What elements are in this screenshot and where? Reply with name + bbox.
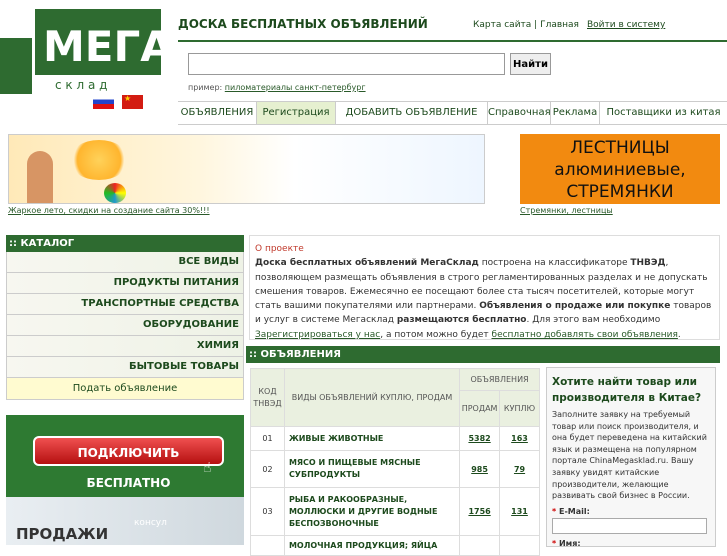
logo-graphic: МЕГА с к л а д — [35, 9, 173, 92]
about-text: Доска бесплатных объявлений МегаСклад по… — [255, 256, 714, 342]
row-name-link[interactable]: РЫБА И РАКООБРАЗНЫЕ, МОЛЛЮСКИ И ДРУГИЕ В… — [283, 487, 461, 536]
promo-banner[interactable]: ПОДКЛЮЧИТЬ БЕСПЛАТНО ☝ ПРОДАЖИ консул — [6, 415, 244, 545]
beach-ball-graphic — [104, 183, 126, 203]
promo-consult-text: консул — [134, 518, 167, 528]
nav-help[interactable]: Справочная — [488, 102, 551, 124]
table-row[interactable]: 02 МЯСО И ПИЩЕВЫЕ МЯСНЫЕ СУБПРОДУКТЫ 985… — [250, 450, 540, 488]
post-ad-link[interactable]: Подать объявление — [6, 378, 244, 400]
name-label: * Имя: — [552, 539, 709, 548]
row-buy-count[interactable]: 131 — [499, 487, 540, 536]
row-name-link[interactable]: МОЛОЧНАЯ ПРОДУКЦИЯ; ЯЙЦА — [283, 535, 461, 556]
register-link[interactable]: Зарегистрироваться у нас — [255, 330, 380, 340]
site-title: ДОСКА БЕСПЛАТНЫХ ОБЪЯВЛЕНИЙ — [178, 17, 428, 31]
row-buy-count[interactable] — [499, 535, 540, 556]
search-example: пример: пиломатериалы санкт-петербург — [188, 83, 366, 92]
about-bold-3: Объявления о продаже или покупке — [479, 301, 671, 312]
china-description: Заполните заявку на требуемый товар или … — [552, 410, 707, 501]
add-ads-link[interactable]: бесплатно добавлять свои объявления — [492, 330, 678, 340]
email-label-text: E-Mail: — [558, 506, 590, 516]
site-logo[interactable]: МЕГА с к л а д — [35, 3, 175, 93]
row-sell-count[interactable]: 1756 — [459, 487, 501, 536]
china-request-box: Хотите найти товар или производителя в К… — [546, 367, 716, 548]
catalog-item-food[interactable]: ПРОДУКТЫ ПИТАНИЯ — [6, 273, 244, 294]
search-button[interactable]: Найти — [510, 53, 551, 75]
about-text-end: . — [677, 329, 681, 340]
catalog-list: ВСЕ ВИДЫ ПРОДУКТЫ ПИТАНИЯ ТРАНСПОРТНЫЕ С… — [6, 252, 244, 400]
login-link[interactable]: Войти в систему — [587, 20, 665, 30]
about-text-4: . Для этого вам необходимо — [526, 315, 661, 326]
about-bold-1: Доска бесплатных объявлений МегаСклад — [255, 258, 479, 269]
home-link[interactable]: Главная — [540, 20, 579, 30]
nav-add-ad[interactable]: ДОБАВИТЬ ОБЪЯВЛЕНИЕ — [336, 102, 488, 124]
table-row[interactable]: 03 РЫБА И РАКООБРАЗНЫЕ, МОЛЛЮСКИ И ДРУГИ… — [250, 487, 540, 536]
nav-ads[interactable]: ОБЪЯВЛЕНИЯ — [178, 102, 257, 124]
summer-banner[interactable] — [8, 134, 485, 204]
chinese-flag-icon[interactable]: ★ — [122, 95, 143, 109]
row-sell-count[interactable] — [459, 535, 501, 556]
row-code: 02 — [250, 450, 285, 488]
link-separator: | — [531, 20, 541, 30]
row-code — [250, 535, 285, 556]
nav-registration[interactable]: Регистрация — [257, 102, 336, 124]
row-buy-count[interactable]: 79 — [499, 450, 540, 488]
logo-sub-text: с к л а д — [55, 78, 107, 92]
table-row[interactable]: МОЛОЧНАЯ ПРОДУКЦИЯ; ЯЙЦА — [250, 535, 540, 556]
about-text-1: построена на классификаторе — [478, 258, 631, 269]
table-row[interactable]: 01 ЖИВЫЕ ЖИВОТНЫЕ 5382 163 — [250, 426, 540, 451]
catalog-item-chemistry[interactable]: ХИМИЯ — [6, 336, 244, 357]
name-label-text: Имя: — [558, 538, 581, 548]
about-text-5: , а потом можно будет — [380, 329, 492, 340]
col-buy-header: КУПЛЮ — [499, 390, 540, 427]
search-example-link[interactable]: пиломатериалы санкт-петербург — [225, 83, 366, 92]
row-sell-count[interactable]: 985 — [459, 450, 501, 488]
ads-table-header-row: КОД ТНВЭД ВИДЫ ОБЪЯВЛЕНИЙ КУПЛЮ, ПРОДАМ … — [250, 368, 540, 427]
russian-flag-icon[interactable] — [93, 95, 114, 109]
row-code: 03 — [250, 487, 285, 536]
catalog-header: :: КАТАЛОГ — [6, 235, 244, 252]
col-sell-header: ПРОДАМ — [459, 390, 501, 427]
col-code-header: КОД ТНВЭД — [250, 368, 285, 427]
row-name-link[interactable]: ЖИВЫЕ ЖИВОТНЫЕ — [283, 426, 461, 451]
hand-cursor-icon: ☝ — [203, 460, 212, 476]
search-example-label: пример: — [188, 83, 225, 92]
ladder-banner[interactable]: ЛЕСТНИЦЫ алюминиевые, СТРЕМЯНКИ — [520, 134, 720, 204]
umbrella-graphic — [69, 140, 129, 180]
catalog-item-household[interactable]: БЫТОВЫЕ ТОВАРЫ — [6, 357, 244, 378]
required-mark: * — [552, 538, 557, 548]
catalog-item-all[interactable]: ВСЕ ВИДЫ — [6, 252, 244, 273]
ladder-banner-link[interactable]: Стремянки, лестницы — [520, 206, 613, 215]
header-divider — [178, 40, 727, 42]
email-field[interactable] — [552, 517, 707, 534]
nav-advertising[interactable]: Реклама — [551, 102, 600, 124]
nav-china-suppliers[interactable]: Поставщики из китая — [600, 102, 727, 124]
ads-header: :: ОБЪЯВЛЕНИЯ — [246, 346, 720, 363]
about-title: О проекте — [255, 244, 304, 254]
required-mark: * — [552, 506, 557, 516]
top-links: Карта сайта | Главная — [473, 20, 579, 30]
promo-sales-text: ПРОДАЖИ — [16, 525, 109, 543]
woman-photo — [27, 151, 53, 203]
ads-table: КОД ТНВЭД ВИДЫ ОБЪЯВЛЕНИЙ КУПЛЮ, ПРОДАМ … — [250, 368, 540, 556]
row-name-link[interactable]: МЯСО И ПИЩЕВЫЕ МЯСНЫЕ СУБПРОДУКТЫ — [283, 450, 461, 488]
header-green-bar — [0, 38, 32, 94]
row-buy-count[interactable]: 163 — [499, 426, 540, 451]
col-ads-header: ОБЪЯВЛЕНИЯ — [459, 368, 540, 391]
about-bold-4: размещаются бесплатно — [396, 315, 527, 326]
about-bold-2: ТНВЭД — [630, 258, 666, 269]
search-input[interactable] — [188, 53, 505, 75]
catalog-item-vehicles[interactable]: ТРАНСПОРТНЫЕ СРЕДСТВА — [6, 294, 244, 315]
email-label: * E-Mail: — [552, 507, 709, 516]
china-title: Хотите найти товар или производителя в К… — [552, 376, 702, 404]
row-sell-count[interactable]: 5382 — [459, 426, 501, 451]
about-section: О проекте Доска бесплатных объявлений Ме… — [249, 235, 720, 340]
col-types-header: ВИДЫ ОБЪЯВЛЕНИЙ КУПЛЮ, ПРОДАМ — [283, 368, 461, 427]
main-nav: ОБЪЯВЛЕНИЯ Регистрация ДОБАВИТЬ ОБЪЯВЛЕН… — [178, 101, 727, 125]
logo-main-text: МЕГА — [43, 22, 173, 71]
catalog-item-equipment[interactable]: ОБОРУДОВАНИЕ — [6, 315, 244, 336]
row-code: 01 — [250, 426, 285, 451]
sitemap-link[interactable]: Карта сайта — [473, 20, 531, 30]
summer-banner-link[interactable]: Жаркое лето, скидки на создание сайта 30… — [8, 206, 210, 215]
connect-free-button[interactable]: ПОДКЛЮЧИТЬ БЕСПЛАТНО — [33, 436, 224, 490]
